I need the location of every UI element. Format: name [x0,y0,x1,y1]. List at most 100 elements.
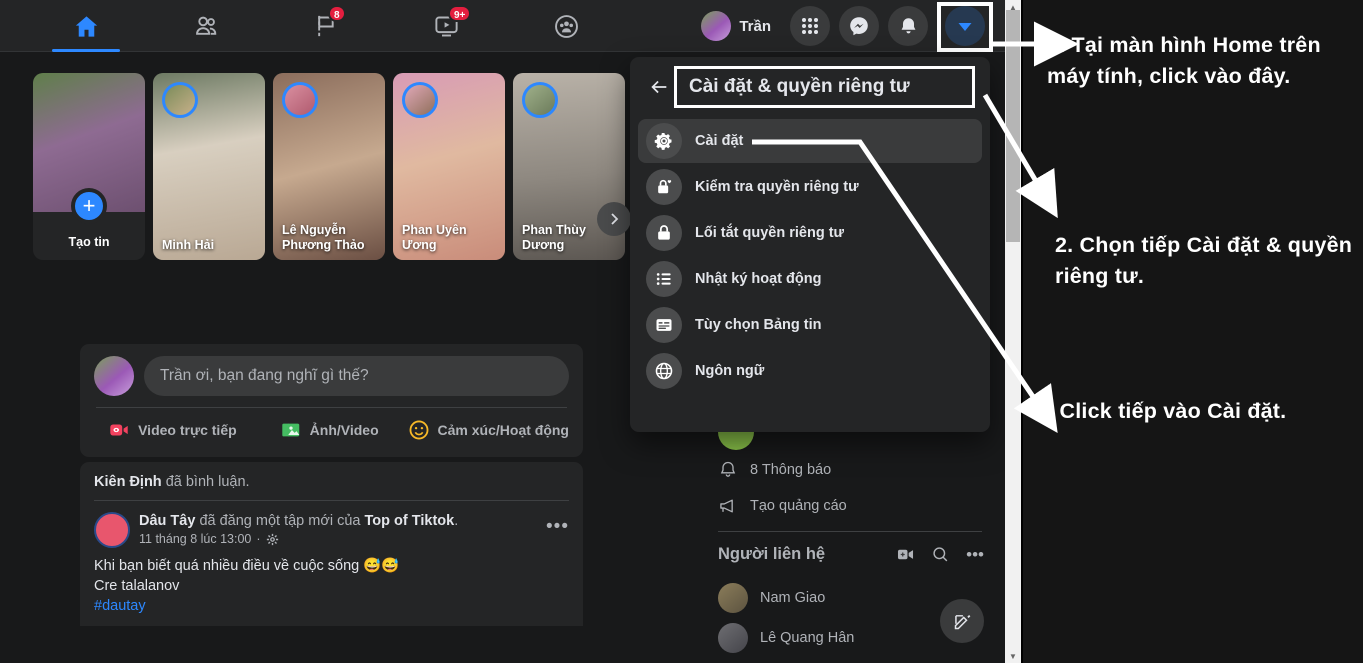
composer-placeholder: Trần ơi, bạn đang nghĩ gì thế? [160,367,369,384]
story-item[interactable]: Lê Nguyễn Phương Thảo [273,73,385,260]
annotation-panel: 1. Tại màn hình Home trên máy tính, clic… [1021,0,1363,663]
contacts-header: Người liên hệ ••• [718,545,984,564]
news-feed-icon [656,319,672,331]
gear-icon [654,133,672,150]
globe-icon [655,362,673,380]
chevron-right-icon [611,213,619,225]
story-author-avatar [522,82,558,118]
nav-right-cluster: Trần [697,0,993,52]
grid-menu-button[interactable] [790,6,830,46]
composer-top-row: Trần ơi, bạn đang nghĩ gì thế? [94,356,569,396]
story-author-avatar [402,82,438,118]
menu-item-label: Ngôn ngữ [695,363,765,379]
gear-icon [266,533,278,545]
nav-tab-marketplace[interactable]: 8 [266,0,386,52]
post-body: Khi bạn biết quá nhiều điều về cuộc sống… [80,554,583,626]
contact-name: Nam Giao [760,590,826,606]
post-options-button[interactable]: ••• [546,517,569,536]
messenger-icon [850,17,868,36]
scrollbar-thumb[interactable] [1006,10,1020,242]
post-title: Dâu Tây đã đăng một tập mới của Top of T… [139,512,458,530]
account-menu-button[interactable] [945,6,985,46]
back-button[interactable] [642,70,676,104]
divider [96,407,567,408]
news-feed-icon-wrapper [646,307,682,343]
post-context-text: đã bình luận. [161,474,250,490]
marketplace-badge: 8 [328,5,346,22]
more-options-icon[interactable]: ••• [966,546,984,563]
activity-log-icon [656,273,671,285]
avatar [94,512,130,548]
video-room-icon[interactable] [896,545,915,564]
stories-tray: + Tạo tin Minh Hải Lê Nguyễn Phương Thảo [33,73,625,260]
feed-post: Kiên Định đã bình luận. Dâu Tây đã đăng … [80,462,583,626]
stories-next-button[interactable] [597,202,631,236]
rail-row-notifications[interactable]: 8 Thông báo [718,460,831,480]
profile-chip[interactable]: Trần [697,8,781,44]
post-title-end: . [454,513,459,529]
story-item[interactable]: Minh Hải [153,73,265,260]
story-author-avatar [282,82,318,118]
story-label: Tạo tin [68,235,110,249]
notifications-button[interactable] [888,6,928,46]
nav-tab-groups[interactable] [506,0,626,52]
post-composer: Trần ơi, bạn đang nghĩ gì thế? Video trự… [80,344,583,457]
menu-item-label: Tùy chọn Bảng tin [695,317,822,333]
story-item[interactable]: Phan Uyên Ương [393,73,505,260]
composer-action-label: Cảm xúc/Hoạt động [437,422,569,438]
annotation-step-1: 1. Tại màn hình Home trên máy tính, clic… [1047,33,1321,88]
privacy-check-icon-wrapper [646,169,682,205]
browser-scrollbar[interactable]: ▲ ▼ [1005,0,1021,663]
story-label: Minh Hải [162,238,215,252]
composer-input[interactable]: Trần ơi, bạn đang nghĩ gì thế? [144,356,569,396]
menu-item-privacy-check[interactable]: Kiểm tra quyền riêng tư [638,165,982,209]
post-title-middle: đã đăng một tập mới của [195,513,365,529]
watch-badge: 9+ [448,5,472,22]
avatar [701,11,732,41]
activity-log-icon-wrapper [646,261,682,297]
messenger-button[interactable] [839,6,879,46]
rail-row-create-ad[interactable]: Tạo quảng cáo [718,496,847,516]
menu-item-activity-log[interactable]: Nhật ký hoạt động [638,257,982,301]
menu-item-label: Kiểm tra quyền riêng tư [695,179,859,195]
post-page: Top of Tiktok [364,513,455,529]
annotation-step-3: 3. Click tiếp vào Cài đặt. [1035,399,1287,423]
composer-action-label: Video trực tiếp [138,422,237,438]
nav-tab-home[interactable] [26,0,146,52]
post-body-line1: Khi bạn biết quá nhiều điều về cuộc sống… [94,558,400,574]
globe-icon-wrapper [646,353,682,389]
menu-item-label: Nhật ký hoạt động [695,271,822,287]
menu-item-label: Cài đặt [695,133,744,149]
panel-title: Cài đặt & quyền riêng tư [689,76,910,97]
contact-item[interactable]: Lê Quang Hân [718,623,854,653]
feeling-icon [409,420,428,440]
back-arrow-icon [651,80,667,94]
meta-separator: · [256,532,261,546]
facebook-app: 8 9+ Trần + Tạo tin Minh Hải Lê Nguyễn P… [0,0,1005,663]
rail-row-label: Tạo quảng cáo [750,498,847,514]
menu-item-news-feed-preferences[interactable]: Tùy chọn Bảng tin [638,303,982,347]
post-hashtag[interactable]: #dautay [94,596,569,616]
account-menu-wrapper [937,0,993,52]
menu-item-settings[interactable]: Cài đặt [638,119,982,163]
nav-tab-list: 8 9+ [26,0,626,52]
story-create[interactable]: + Tạo tin [33,73,145,260]
menu-item-language[interactable]: Ngôn ngữ [638,349,982,393]
search-icon[interactable] [931,545,950,564]
nav-tab-friends[interactable] [146,0,266,52]
avatar [718,623,748,653]
screenshot-root: 8 9+ Trần + Tạo tin Minh Hải Lê Nguyễn P… [0,0,1363,663]
lock-icon [658,225,670,240]
compose-message-button[interactable] [940,599,984,643]
contact-item[interactable]: Nam Giao [718,583,825,613]
composer-action-live-video[interactable]: Video trực tiếp [94,411,251,449]
nav-tab-watch[interactable]: 9+ [386,0,506,52]
grid-menu-icon [802,18,818,34]
menu-item-privacy-shortcuts[interactable]: Lối tắt quyền riêng tư [638,211,982,255]
composer-action-feeling[interactable]: Cảm xúc/Hoạt động [408,411,569,449]
compose-icon [954,614,970,629]
post-header-text: Dâu Tây đã đăng một tập mới của Top of T… [139,512,458,546]
scroll-down-arrow[interactable]: ▼ [1005,649,1021,663]
composer-action-photo-video[interactable]: Ảnh/Video [251,411,408,449]
post-body-line2: Cre talalanov [94,578,180,594]
